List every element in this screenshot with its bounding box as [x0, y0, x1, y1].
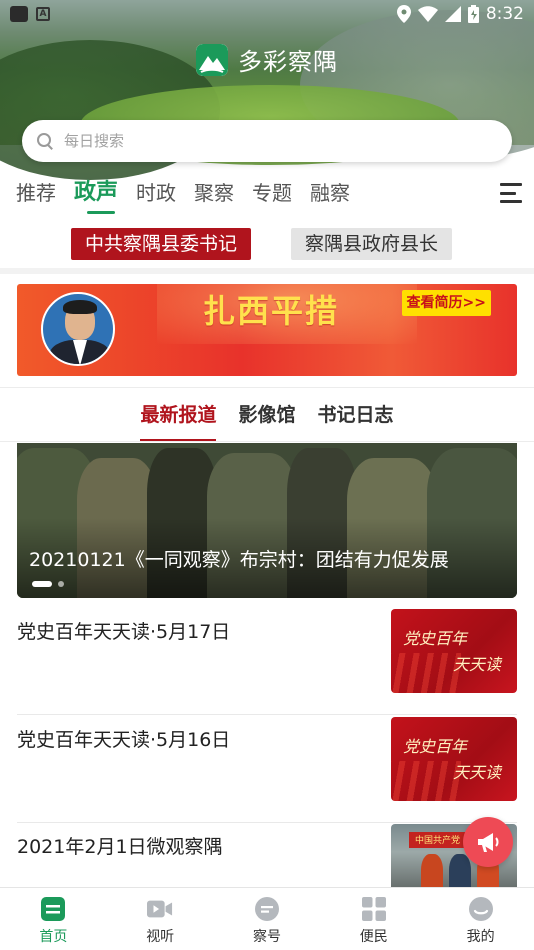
app-logo: [196, 43, 228, 76]
hero-carousel[interactable]: 20210121《一同观察》布宗村：团结有力促发展: [17, 443, 517, 598]
tab-media[interactable]: 融察: [301, 168, 359, 218]
tab-focus[interactable]: 聚察: [185, 168, 243, 218]
news-thumbnail: 党史百年 天天读: [391, 609, 517, 693]
leader-selector: 中共察隅县委书记 察隅县政府县长: [0, 226, 534, 262]
nav-label: 首页: [39, 929, 68, 945]
news-item[interactable]: 党史百年天天读·5月16日 党史百年 天天读: [0, 715, 534, 823]
app-screen: A 8:32 多彩察隅 每日搜索 推荐 政声 时政 聚察 专题 融察 中共察隅县…: [0, 0, 534, 950]
tab-special[interactable]: 专题: [243, 168, 301, 218]
text-notification-icon: A: [36, 7, 50, 21]
chat-icon: [254, 896, 280, 922]
nav-label: 我的: [466, 929, 495, 945]
clock: 8:32: [485, 3, 524, 24]
carousel-indicator: [32, 581, 64, 587]
news-title: 党史百年天天读·5月16日: [17, 729, 231, 751]
announcement-fab[interactable]: [463, 817, 513, 867]
nav-label: 察号: [252, 929, 281, 945]
nav-account[interactable]: 察号: [214, 888, 321, 950]
news-title: 2021年2月1日微观察隅: [17, 836, 223, 858]
menu-icon[interactable]: [500, 183, 522, 203]
nav-services[interactable]: 便民: [320, 888, 427, 950]
search-bar[interactable]: [22, 120, 512, 162]
county-head-button[interactable]: 察隅县政府县长: [291, 228, 453, 260]
nav-label: 视听: [146, 929, 175, 945]
status-bar: A 8:32: [0, 0, 534, 28]
app-title: 多彩察隅: [196, 42, 338, 77]
leader-banner[interactable]: 扎西平措 查看简历>>: [17, 284, 517, 376]
hero-caption: 20210121《一同观察》布宗村：团结有力促发展: [29, 549, 449, 571]
carousel-dot: [32, 581, 52, 587]
tab-gallery[interactable]: 影像馆: [238, 395, 295, 435]
divider: [0, 441, 534, 442]
wifi-icon: [417, 6, 438, 22]
thumbnail-text: 党史百年: [403, 737, 468, 756]
bottom-navigation: 首页 视听 察号 便民 我的: [0, 887, 534, 950]
news-title: 党史百年天天读·5月17日: [17, 621, 231, 643]
battery-icon: [467, 5, 479, 23]
nav-profile[interactable]: 我的: [427, 888, 534, 950]
tab-politics-voice[interactable]: 政声: [65, 168, 127, 218]
signal-icon: [444, 6, 461, 22]
tab-recommend[interactable]: 推荐: [0, 168, 65, 218]
party-secretary-button[interactable]: 中共察隅县委书记: [71, 228, 252, 260]
video-icon: [147, 896, 173, 922]
tab-secretary-log[interactable]: 书记日志: [318, 395, 394, 435]
app-title-text: 多彩察隅: [238, 48, 338, 76]
status-right: 8:32: [396, 3, 524, 24]
nav-video[interactable]: 视听: [107, 888, 214, 950]
carousel-dot: [58, 581, 64, 587]
thumbnail-text: 党史百年: [403, 629, 468, 648]
view-resume-button[interactable]: 查看简历>>: [401, 290, 491, 316]
thumbnail-text: 天天读: [453, 655, 502, 674]
megaphone-icon: [478, 833, 499, 852]
profile-icon: [468, 896, 494, 922]
leader-name: 扎西平措: [203, 292, 340, 330]
section-divider: [0, 268, 534, 274]
home-icon: [40, 896, 66, 922]
search-icon: [36, 132, 54, 150]
section-tabs: 最新报道 影像馆 书记日志: [0, 395, 534, 441]
news-thumbnail: 党史百年 天天读: [391, 717, 517, 801]
divider: [0, 387, 534, 388]
nav-label: 便民: [359, 929, 388, 945]
news-item[interactable]: 党史百年天天读·5月17日 党史百年 天天读: [0, 607, 534, 715]
tab-current-affairs[interactable]: 时政: [127, 168, 185, 218]
location-icon: [396, 5, 411, 23]
leader-portrait: [41, 292, 115, 366]
channel-tabs: 推荐 政声 时政 聚察 专题 融察: [0, 168, 534, 218]
nav-home[interactable]: 首页: [0, 888, 107, 950]
tab-latest-reports[interactable]: 最新报道: [140, 395, 217, 441]
search-input[interactable]: [64, 132, 464, 150]
notification-icon: [10, 6, 28, 22]
grid-icon: [361, 896, 387, 922]
mountain-logo-icon: [196, 43, 228, 76]
status-left: A: [10, 6, 50, 22]
thumbnail-text: 天天读: [453, 763, 502, 782]
